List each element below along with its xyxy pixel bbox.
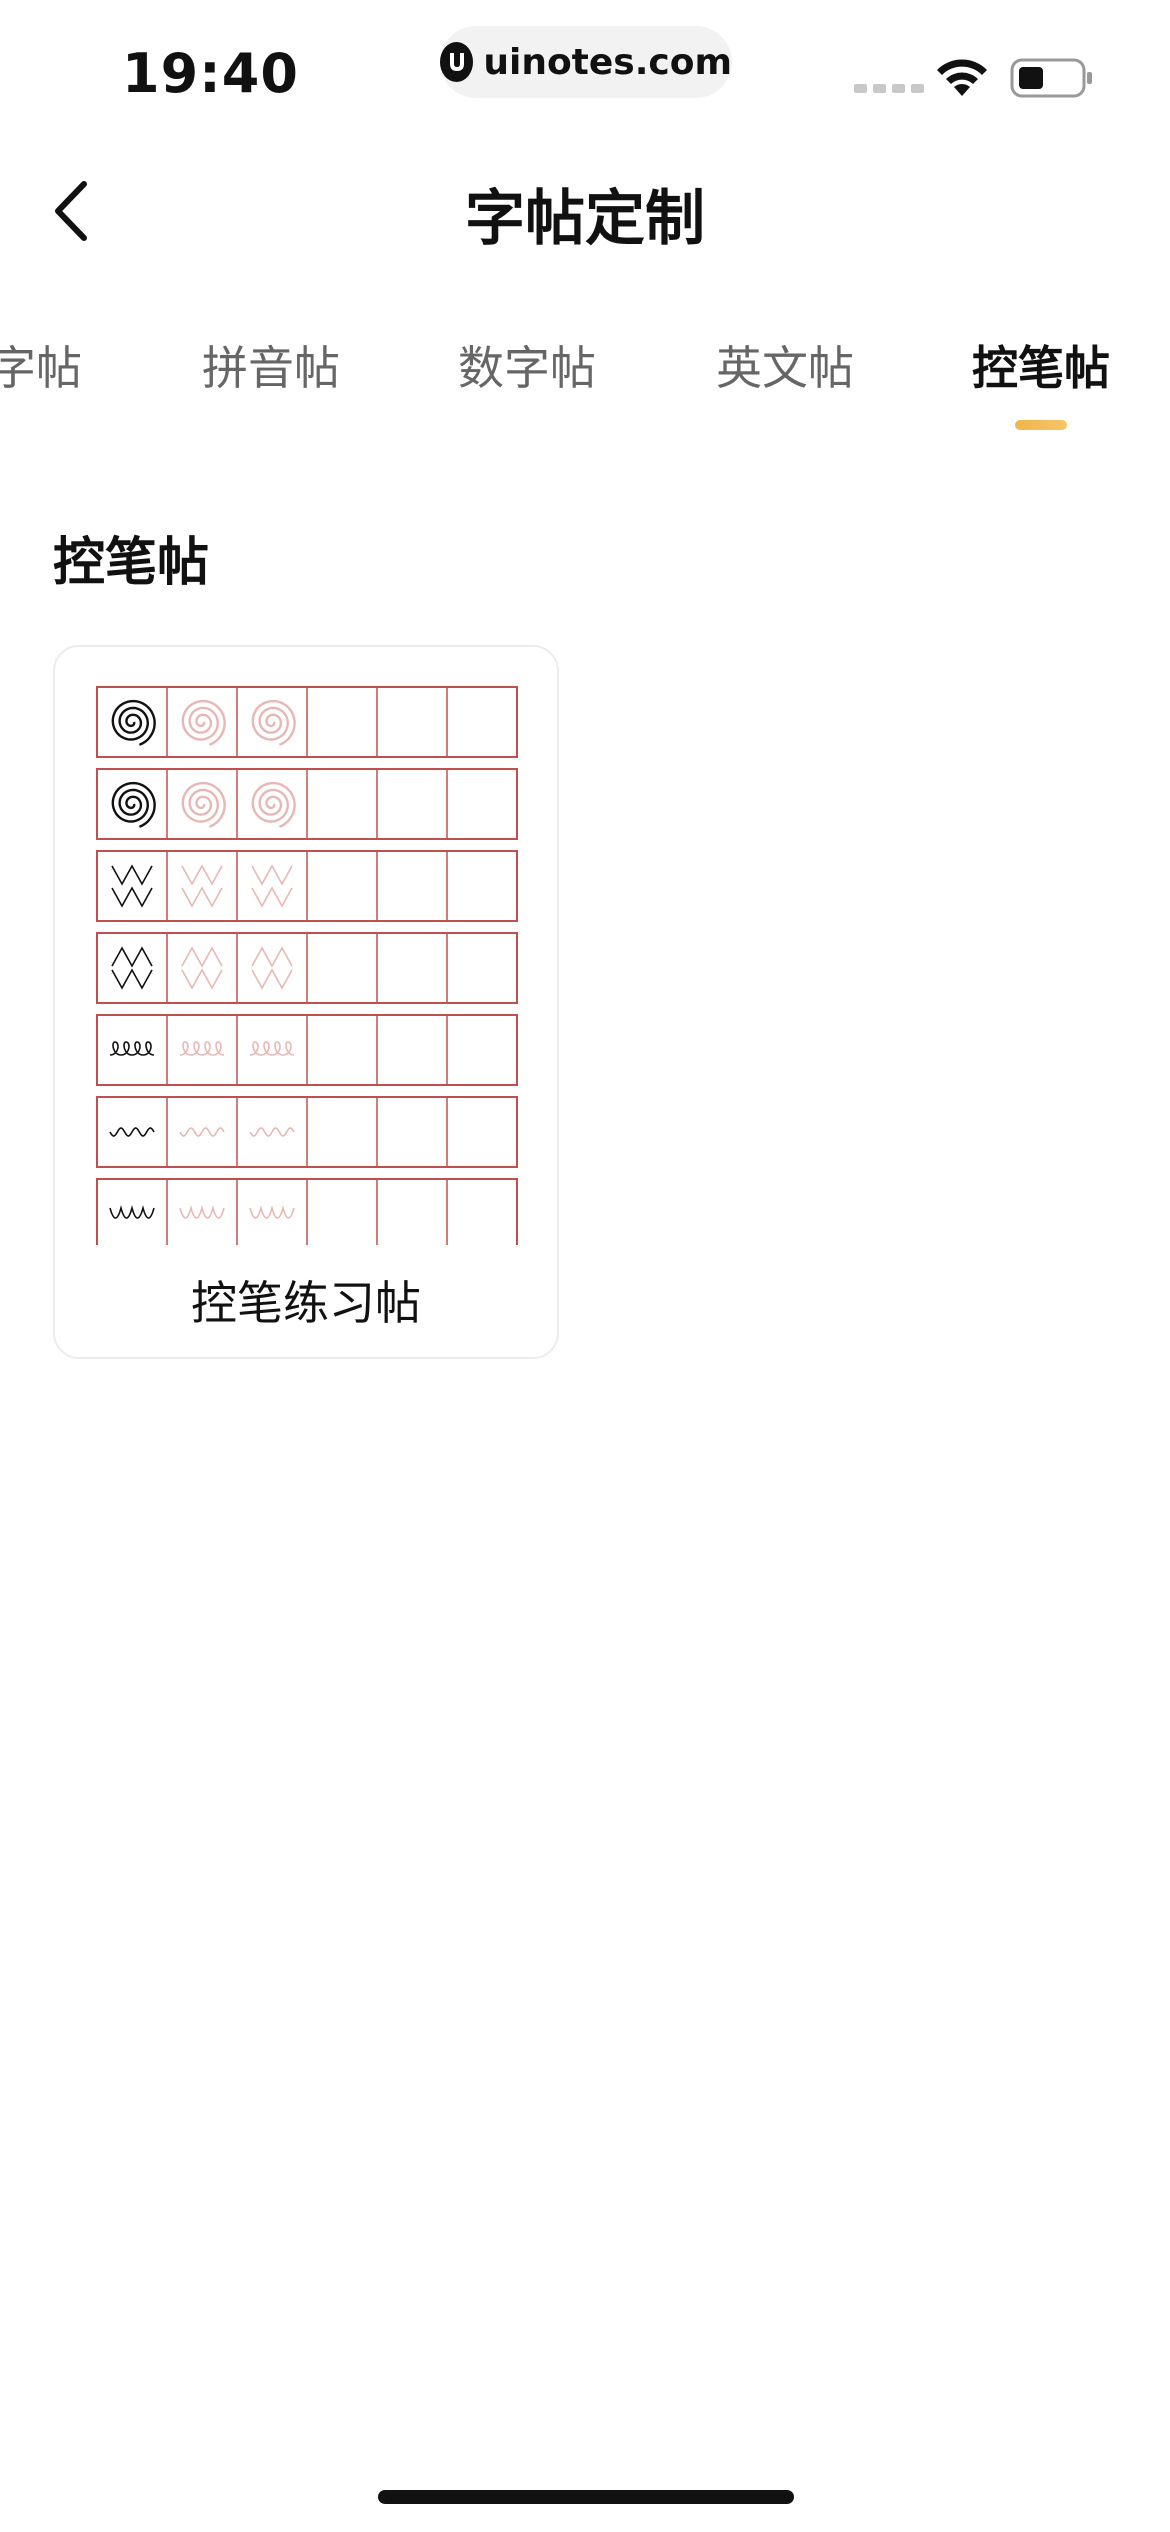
url-text: uinotes.com [483, 41, 732, 83]
tab-character[interactable]: 字帖 [0, 332, 82, 398]
site-logo-icon [440, 42, 474, 82]
tab-pinyin[interactable]: 拼音帖 [202, 332, 340, 398]
home-indicator[interactable] [378, 2490, 794, 2504]
page-title: 字帖定制 [465, 184, 705, 254]
section-title: 控笔帖 [53, 533, 210, 593]
tab-number[interactable]: 数字帖 [458, 332, 596, 398]
wifi-icon [937, 59, 987, 96]
template-card[interactable]: 控笔练习帖 [53, 645, 559, 1359]
signal-icon [854, 84, 924, 93]
tab-english[interactable]: 英文帖 [716, 332, 854, 398]
nav-bar: 字帖定制 [0, 150, 1170, 270]
category-tabs: 字帖 拼音帖 数字帖 英文帖 控笔帖 [0, 320, 1170, 440]
practice-sheet-preview [96, 686, 518, 1245]
active-tab-indicator [1015, 420, 1067, 430]
status-time: 19:40 [122, 42, 299, 105]
url-pill[interactable]: uinotes.com [440, 26, 732, 98]
battery-icon [1010, 58, 1092, 98]
status-bar: 19:40 uinotes.com [0, 0, 1170, 150]
template-card-label: 控笔练习帖 [191, 1276, 421, 1330]
tab-pen-control[interactable]: 控笔帖 [972, 332, 1110, 398]
